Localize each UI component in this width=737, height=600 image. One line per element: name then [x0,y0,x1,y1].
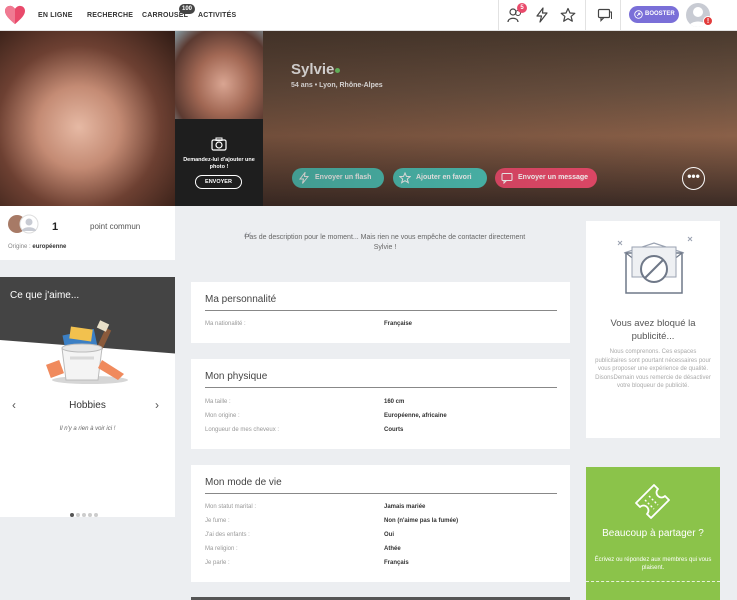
adblock-text: Nous comprenons. Ces espaces publicitair… [595,349,711,389]
row-value: Jamais mariée [384,504,426,510]
nav-recherche[interactable]: RECHERCHE [87,12,133,19]
row-label: Je fume : [205,518,230,524]
row-label: Ma nationalité : [205,321,246,327]
send-flash-button[interactable]: Envoyer un flash [292,168,384,188]
carousel-dot[interactable] [94,513,98,517]
row-value: Courts [384,427,404,433]
booster-icon [634,10,643,19]
likes-category: Hobbies [69,400,106,411]
section-mode-de-vie: Mon mode de vie Mon statut marital : Jam… [191,465,570,582]
ticket-icon [635,484,670,519]
nav-activites[interactable]: ACTIVITÉS [198,12,236,19]
origin-label: Origine : [8,244,31,250]
messages-icon[interactable] [597,7,613,23]
nav-en-ligne[interactable]: EN LIGNE [38,12,73,19]
message-icon [501,173,513,184]
section-title: Mon physique [205,371,268,382]
share-title: Beaucoup à partager ? [602,528,704,539]
section-personnalite: Ma personnalité Ma nationalité : Françai… [191,282,570,343]
carousel-dot[interactable] [82,513,86,517]
row-value: Non (n'aime pas la fumée) [384,518,459,524]
section-divider [205,310,557,311]
profile-meta: 54 ans • Lyon, Rhône-Alpes [291,82,383,89]
carousel-dot[interactable] [88,513,92,517]
likes-title: Ce que j'aime... [10,290,80,301]
send-message-label: Envoyer un message [518,174,589,181]
common-avatars-icon [8,214,39,234]
section-divider [205,387,557,388]
row-label: Ma taille : [205,399,231,405]
profile-photo-thumbnail[interactable] [175,31,263,119]
more-options-button[interactable]: ••• [682,167,705,190]
row-value: 160 cm [384,399,405,405]
carousel-dot[interactable] [76,513,80,517]
row-label: Je parle : [205,560,230,566]
top-navigation-bar: EN LIGNE RECHERCHE CARROUSEL 100 ACTIVIT… [0,0,737,31]
row-label: Mon statut marital : [205,504,257,510]
send-flash-label: Envoyer un flash [315,174,372,181]
share-text: Écrivez ou répondez aux membres qui vous… [594,557,712,571]
carousel-dots [70,504,100,517]
row-value: Européenne, africaine [384,413,447,419]
section-physique: Mon physique Ma taille : 160 cm Mon orig… [191,359,570,449]
likes-card: Ce que j'aime... ‹ Hobbies › Il n'y a ri… [0,277,175,517]
common-points-count: 1 [52,221,59,233]
common-points-card: 1 point commun Origine : européenne [0,206,175,260]
ask-photo-text: Demandez-lui d'ajouter une photo ! [183,157,255,170]
carrousel-count-badge: 100 [179,4,196,14]
common-points-label[interactable]: point commun [90,222,140,231]
carousel-dot[interactable] [70,513,74,517]
alert-badge: ! [703,16,713,26]
row-value: Français [384,560,409,566]
star-icon[interactable] [560,7,576,23]
ticket-perforation [586,581,720,582]
ask-photo-panel: Demandez-lui d'ajouter une photo ! ENVOY… [175,119,263,206]
heart-logo-icon[interactable] [4,5,26,25]
section-divider [205,493,557,494]
origin-value: européenne [32,244,67,250]
origin-line: Origine : européenne [8,244,66,250]
adblock-title: Vous avez bloqué la publicité... [610,318,696,342]
flash-icon[interactable] [534,7,550,23]
profile-name: Sylvie [291,61,335,78]
profile-header: Demandez-lui d'ajouter une photo ! ENVOY… [0,31,737,206]
row-label: J'ai des enfants : [205,532,250,538]
add-favorite-label: Ajouter en favori [416,174,472,181]
divider [498,0,499,31]
visits-badge: 5 [517,3,527,13]
row-value: Athée [384,546,401,552]
blocked-ad-illustration-icon [617,236,693,294]
row-label: Mon origine : [205,413,240,419]
row-value: Française [384,321,413,327]
ask-photo-send-button[interactable]: ENVOYER [195,175,242,189]
star-icon [399,172,411,184]
online-status-dot [335,68,340,73]
flash-icon [298,172,310,184]
booster-label: BOOSTER [645,11,675,17]
profile-description: Pas de description pour le moment... Mai… [244,234,526,251]
main-profile-photo[interactable] [0,31,175,206]
row-label: Ma religion : [205,546,238,552]
add-favorite-button[interactable]: Ajouter en favori [393,168,487,188]
send-message-button[interactable]: Envoyer un message [495,168,597,188]
booster-button[interactable]: BOOSTER [629,6,679,23]
divider [620,0,621,31]
likes-empty-text: Il n'y a rien à voir ici ! [59,426,116,432]
likes-next-arrow[interactable]: › [155,398,159,412]
paint-bucket-illustration-icon [46,320,128,384]
section-title: Ma personnalité [205,294,277,305]
divider [585,0,586,31]
row-label: Longueur de mes cheveux : [205,427,280,433]
section-title: Mon mode de vie [205,477,282,488]
adblock-notice-card: Vous avez bloqué la publicité... Nous co… [586,221,720,438]
share-promo-card[interactable]: Beaucoup à partager ? Écrivez ou réponde… [586,467,720,600]
row-value: Oui [384,532,394,538]
camera-icon [211,137,227,151]
